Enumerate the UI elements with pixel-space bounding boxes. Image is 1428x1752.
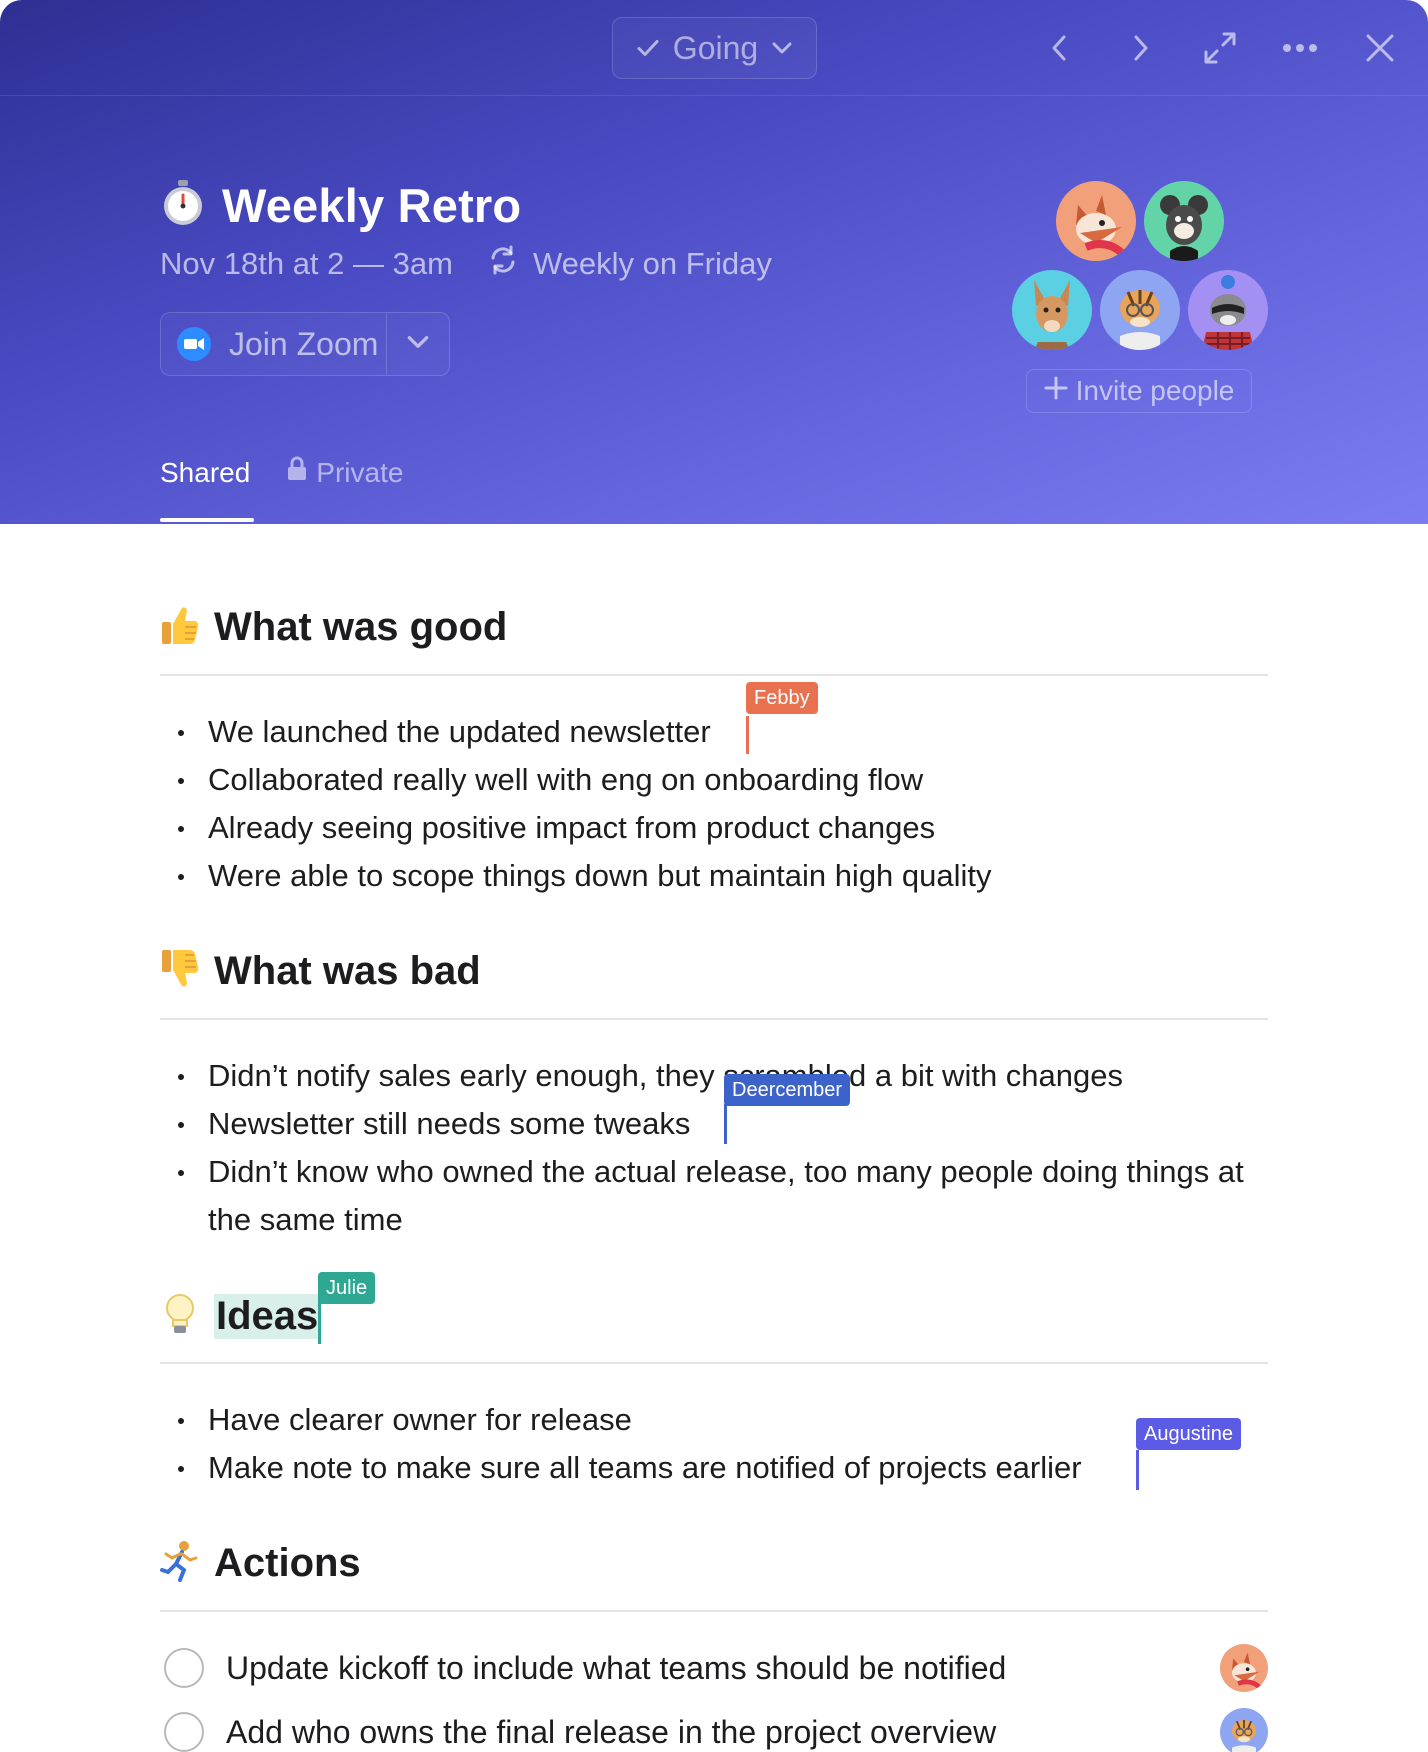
tab-label: Private	[316, 456, 404, 488]
rsvp-dropdown[interactable]: Going	[612, 17, 817, 79]
rsvp-label: Going	[672, 29, 759, 66]
list-item[interactable]: Make note to make sure all teams are not…	[178, 1444, 1082, 1492]
event-title-row: Weekly Retro	[160, 178, 521, 233]
plus-icon	[1044, 375, 1068, 407]
section-divider	[160, 1018, 1268, 1020]
chevron-down-icon	[770, 36, 794, 60]
checkbox[interactable]	[164, 1648, 204, 1688]
section-title: What was bad	[214, 949, 481, 993]
section-title: Actions	[214, 1541, 361, 1585]
list-item[interactable]: Newsletter still needs some tweaks	[178, 1100, 1288, 1148]
thumbs-up-icon	[160, 604, 200, 651]
top-toolbar: Going	[0, 0, 1428, 96]
section-divider	[160, 1362, 1268, 1364]
invite-people-button[interactable]: Invite people	[1026, 369, 1252, 413]
tab-label: Shared	[160, 456, 251, 488]
collaborator-flag: Augustine	[1136, 1418, 1241, 1450]
running-person-icon	[160, 1540, 200, 1587]
invite-label: Invite people	[1075, 375, 1235, 406]
attendee-avatar[interactable]	[1144, 181, 1224, 261]
action-item: Add who owns the final release in the pr…	[164, 1712, 996, 1752]
thumbs-down-icon	[160, 948, 200, 995]
tab-private[interactable]: Private	[286, 456, 403, 489]
join-zoom-label: Join Zoom	[229, 325, 379, 362]
collaborator-cursor	[724, 1104, 727, 1144]
collaborator-flag: Julie	[318, 1272, 376, 1304]
recurrence-label: Weekly on Friday	[532, 246, 772, 281]
active-tab-indicator	[160, 518, 254, 522]
event-time: Nov 18th at 2 — 3am	[160, 246, 453, 281]
chevron-left-icon[interactable]	[1034, 22, 1086, 74]
section-heading-bad: What was bad	[160, 948, 481, 995]
event-recurrence: Weekly on Friday	[487, 244, 772, 284]
action-label[interactable]: Add who owns the final release in the pr…	[226, 1714, 996, 1751]
event-header: Going Weekly Retro Nov 18th at 2 — 3am W…	[0, 0, 1428, 524]
join-zoom-button[interactable]: Join Zoom	[161, 313, 387, 375]
event-meta: Nov 18th at 2 — 3am Weekly on Friday	[160, 244, 772, 284]
stopwatch-icon	[160, 179, 206, 232]
list-item[interactable]: Collaborated really well with eng on onb…	[178, 756, 992, 804]
attendee-avatar[interactable]	[1188, 270, 1268, 350]
action-item: Update kickoff to include what teams sho…	[164, 1648, 1006, 1688]
lightbulb-icon	[160, 1292, 200, 1341]
zoom-icon	[177, 327, 211, 361]
lock-icon	[286, 456, 308, 489]
join-zoom-split-button: Join Zoom	[160, 312, 450, 376]
collaborator-flag: Febby	[746, 682, 818, 714]
assignee-avatar[interactable]	[1220, 1708, 1268, 1752]
assignee-avatar[interactable]	[1220, 1644, 1268, 1692]
attendee-avatar[interactable]	[1012, 270, 1092, 350]
collaborator-cursor	[1136, 1450, 1139, 1490]
list-item[interactable]: Were able to scope things down but maint…	[178, 852, 992, 900]
section-divider	[160, 1610, 1268, 1612]
collaborator-cursor	[746, 716, 749, 754]
repeat-icon	[487, 244, 519, 284]
ideas-list: Have clearer owner for release Make note…	[178, 1396, 1082, 1492]
check-icon	[635, 35, 661, 61]
tab-shared[interactable]: Shared	[160, 456, 250, 489]
list-item[interactable]: Didn’t know who owned the actual release…	[178, 1148, 1288, 1244]
join-options-button[interactable]	[387, 313, 449, 375]
section-heading-ideas: Ideas	[160, 1292, 321, 1341]
section-heading-actions: Actions	[160, 1540, 361, 1587]
list-item[interactable]: We launched the updated newsletter	[178, 708, 992, 756]
chevron-right-icon[interactable]	[1114, 22, 1166, 74]
attendee-avatar[interactable]	[1056, 181, 1136, 261]
list-item[interactable]: Already seeing positive impact from prod…	[178, 804, 992, 852]
checkbox[interactable]	[164, 1712, 204, 1752]
section-heading-good: What was good	[160, 604, 507, 651]
good-list: We launched the updated newsletter Colla…	[178, 708, 992, 900]
expand-icon[interactable]	[1194, 22, 1246, 74]
chevron-down-icon	[405, 329, 431, 360]
close-icon[interactable]	[1354, 22, 1406, 74]
more-icon[interactable]	[1274, 22, 1326, 74]
attendee-avatar[interactable]	[1100, 270, 1180, 350]
section-divider	[160, 674, 1268, 676]
collaborator-flag: Deercember	[724, 1074, 851, 1106]
note-tabs: Shared Private	[160, 456, 403, 489]
action-label[interactable]: Update kickoff to include what teams sho…	[226, 1650, 1006, 1687]
section-title: Ideas	[214, 1294, 321, 1339]
event-title: Weekly Retro	[222, 179, 522, 232]
section-title: What was good	[214, 605, 508, 649]
list-item[interactable]: Have clearer owner for release	[178, 1396, 1082, 1444]
event-window: Going Weekly Retro Nov 18th at 2 — 3am W…	[0, 0, 1428, 1752]
